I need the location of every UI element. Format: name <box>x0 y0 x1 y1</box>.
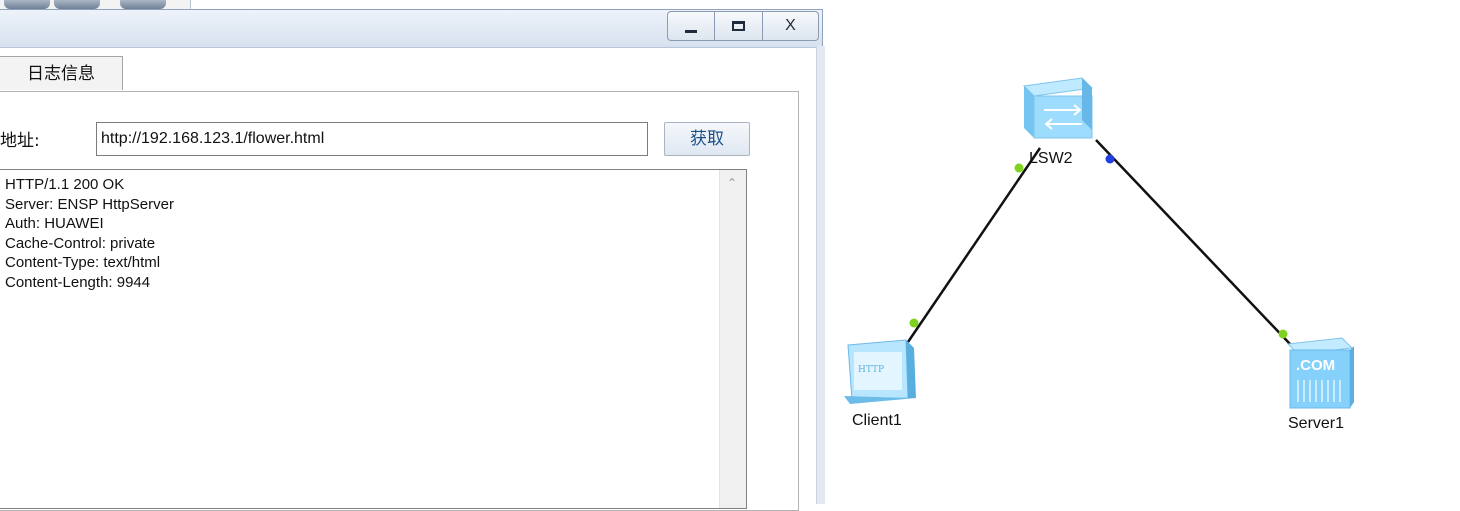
minimize-icon <box>685 29 697 33</box>
server-badge: .COM <box>1296 357 1335 374</box>
toolbar-button[interactable] <box>120 0 166 9</box>
client-badge: HTTP <box>858 365 884 375</box>
tab-log-info[interactable]: 日志信息 <box>0 56 123 90</box>
port-status-dot <box>1278 329 1288 339</box>
topology-svg: HTTP .COM <box>844 77 1354 409</box>
response-line: Content-Length: 9944 <box>5 273 151 291</box>
close-icon: X <box>785 17 796 34</box>
fetch-button[interactable]: 获取 <box>664 122 750 156</box>
server-icon[interactable]: .COM <box>1286 337 1354 409</box>
window-titlebar[interactable]: X <box>0 10 822 48</box>
http-client-icon[interactable]: HTTP <box>844 339 916 404</box>
vertical-scrollbar[interactable]: ⌃ <box>719 170 746 508</box>
url-input[interactable] <box>96 122 648 156</box>
port-status-dot <box>1105 154 1115 164</box>
response-line: Content-Type: text/html <box>5 254 161 272</box>
minimize-button[interactable] <box>667 11 715 41</box>
port-status-dot <box>909 318 919 328</box>
close-button[interactable]: X <box>763 11 819 41</box>
link-switch-server[interactable] <box>1095 139 1291 345</box>
port-status-dot <box>1014 163 1024 173</box>
toolbar-button[interactable] <box>4 0 50 9</box>
server-label[interactable]: Server1 <box>1288 415 1344 433</box>
link-client-switch[interactable] <box>906 147 1042 343</box>
response-line: HTTP/1.1 200 OK <box>5 176 125 193</box>
response-line: Auth: HUAWEI <box>5 215 104 233</box>
maximize-button[interactable] <box>715 11 763 41</box>
scroll-up-icon[interactable]: ⌃ <box>727 177 737 189</box>
switch-icon[interactable] <box>1022 77 1094 139</box>
response-line: Server: ENSP HttpServer <box>5 195 174 213</box>
response-content: HTTP/1.1 200 OK Server: ENSP HttpServer … <box>5 175 174 293</box>
response-textarea[interactable]: HTTP/1.1 200 OK Server: ENSP HttpServer … <box>0 169 747 509</box>
client-label[interactable]: Client1 <box>852 412 902 430</box>
url-label: 地址: <box>0 131 40 151</box>
toolbar-button[interactable] <box>54 0 100 9</box>
window-controls: X <box>667 11 819 41</box>
topology-canvas[interactable]: HTTP .COM LSW2 Client1 Server1 <box>824 0 1460 504</box>
maximize-icon <box>732 21 745 31</box>
response-line: Cache-Control: private <box>5 234 156 252</box>
switch-label[interactable]: LSW2 <box>1029 150 1073 168</box>
